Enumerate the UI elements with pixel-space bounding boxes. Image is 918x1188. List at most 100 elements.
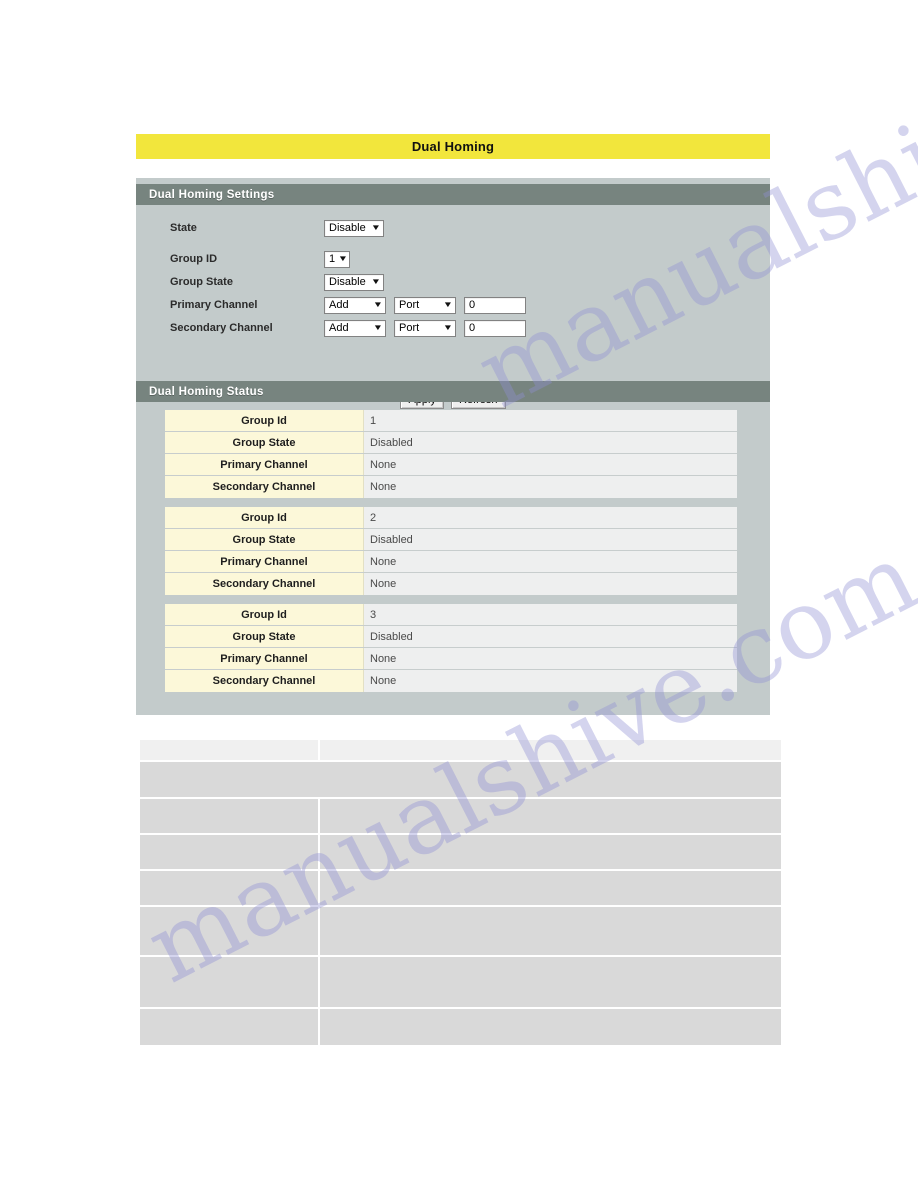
primary-type-select-wrap: Port ▼ xyxy=(394,295,456,314)
table-row: Group Id 2 xyxy=(165,507,737,529)
secondary-type-select-wrap: Port ▼ xyxy=(394,318,456,337)
chevron-down-icon: ▼ xyxy=(372,323,384,333)
page-title: Dual Homing xyxy=(136,134,770,159)
group-state-select[interactable]: Disable ▼ xyxy=(324,273,384,291)
description-table xyxy=(140,740,781,1045)
table-cell xyxy=(140,957,320,1009)
state-select-wrap: Disable ▼ xyxy=(324,218,384,237)
table-row: Primary Channel None xyxy=(165,648,737,670)
status-label-primary-channel: Primary Channel xyxy=(165,454,364,475)
status-label-secondary-channel: Secondary Channel xyxy=(165,670,364,692)
document-page: Dual Homing Dual Homing Settings State D… xyxy=(0,0,918,1188)
status-value-secondary-channel: None xyxy=(364,573,737,595)
state-select-value: Disable xyxy=(329,222,366,235)
table-row: Secondary Channel None xyxy=(165,573,737,595)
group-id-select-wrap: 1 ▼ xyxy=(324,249,350,268)
status-value-secondary-channel: None xyxy=(364,670,737,692)
status-value-primary-channel: None xyxy=(364,648,737,669)
primary-type-select[interactable]: Port ▼ xyxy=(394,296,456,314)
primary-type-select-value: Port xyxy=(399,299,420,312)
table-row xyxy=(140,740,781,762)
group-state-select-value: Disable xyxy=(329,276,366,289)
table-cell xyxy=(320,871,781,907)
table-row: Group State Disabled xyxy=(165,529,737,551)
table-row xyxy=(140,835,781,871)
status-group-1: Group Id 1 Group State Disabled Primary … xyxy=(165,410,737,498)
table-row: Primary Channel None xyxy=(165,551,737,573)
status-value-group-state: Disabled xyxy=(364,626,737,647)
status-value-primary-channel: None xyxy=(364,454,737,475)
state-select[interactable]: Disable ▼ xyxy=(324,219,384,237)
table-row xyxy=(140,907,781,957)
table-row: Primary Channel None xyxy=(165,454,737,476)
table-row xyxy=(140,957,781,1009)
group-id-select-value: 1 xyxy=(329,253,336,266)
secondary-type-select-value: Port xyxy=(399,322,420,335)
secondary-action-select-wrap: Add ▼ xyxy=(324,318,386,337)
table-cell xyxy=(320,799,781,835)
secondary-number-wrap: 0 xyxy=(464,318,526,337)
chevron-down-icon: ▼ xyxy=(370,277,382,287)
table-row: Group Id 1 xyxy=(165,410,737,432)
secondary-action-select[interactable]: Add ▼ xyxy=(324,319,386,337)
label-group-state: Group State xyxy=(170,275,233,288)
status-value-group-state: Disabled xyxy=(364,529,737,550)
table-row: Secondary Channel None xyxy=(165,670,737,692)
table-cell xyxy=(320,835,781,871)
status-value-group-id: 1 xyxy=(364,410,737,431)
status-label-secondary-channel: Secondary Channel xyxy=(165,573,364,595)
status-label-group-id: Group Id xyxy=(165,507,364,528)
table-cell xyxy=(140,1009,320,1045)
status-label-primary-channel: Primary Channel xyxy=(165,648,364,669)
table-cell xyxy=(140,871,320,907)
group-state-select-wrap: Disable ▼ xyxy=(324,272,384,291)
status-group-3: Group Id 3 Group State Disabled Primary … xyxy=(165,604,737,692)
status-value-group-state: Disabled xyxy=(364,432,737,453)
chevron-down-icon: ▼ xyxy=(337,254,349,264)
primary-action-select-value: Add xyxy=(329,299,349,312)
status-value-secondary-channel: None xyxy=(364,476,737,498)
status-label-secondary-channel: Secondary Channel xyxy=(165,476,364,498)
chevron-down-icon: ▼ xyxy=(372,300,384,310)
table-cell xyxy=(140,740,320,762)
status-label-group-state: Group State xyxy=(165,432,364,453)
chevron-down-icon: ▼ xyxy=(370,223,382,233)
primary-action-select-wrap: Add ▼ xyxy=(324,295,386,314)
table-cell xyxy=(140,835,320,871)
status-section-header: Dual Homing Status xyxy=(136,381,770,402)
label-secondary-channel: Secondary Channel xyxy=(170,321,273,334)
table-row: Secondary Channel None xyxy=(165,476,737,498)
table-cell xyxy=(320,907,781,957)
status-value-group-id: 3 xyxy=(364,604,737,625)
status-label-group-state: Group State xyxy=(165,626,364,647)
settings-section-header: Dual Homing Settings xyxy=(136,184,770,205)
table-row xyxy=(140,799,781,835)
status-group-2: Group Id 2 Group State Disabled Primary … xyxy=(165,507,737,595)
table-row xyxy=(140,871,781,907)
table-cell xyxy=(140,907,320,957)
label-group-id: Group ID xyxy=(170,252,218,265)
secondary-number-input[interactable]: 0 xyxy=(464,320,526,337)
primary-action-select[interactable]: Add ▼ xyxy=(324,296,386,314)
table-cell xyxy=(320,957,781,1009)
table-cell xyxy=(140,799,320,835)
secondary-action-select-value: Add xyxy=(329,322,349,335)
table-cell xyxy=(320,740,781,762)
table-cell xyxy=(140,762,781,799)
chevron-down-icon: ▼ xyxy=(442,300,454,310)
table-row xyxy=(140,762,781,799)
table-row: Group Id 3 xyxy=(165,604,737,626)
label-state: State xyxy=(170,221,197,234)
label-primary-channel: Primary Channel xyxy=(170,298,258,311)
status-label-group-id: Group Id xyxy=(165,410,364,431)
primary-number-wrap: 0 xyxy=(464,295,526,314)
table-cell xyxy=(320,1009,781,1045)
status-label-group-state: Group State xyxy=(165,529,364,550)
secondary-type-select[interactable]: Port ▼ xyxy=(394,319,456,337)
status-value-primary-channel: None xyxy=(364,551,737,572)
primary-number-input[interactable]: 0 xyxy=(464,297,526,314)
table-row: Group State Disabled xyxy=(165,626,737,648)
dual-homing-panel: Dual Homing Settings State Disable ▼ Gro… xyxy=(136,178,770,715)
group-id-select[interactable]: 1 ▼ xyxy=(324,250,350,268)
table-row: Group State Disabled xyxy=(165,432,737,454)
